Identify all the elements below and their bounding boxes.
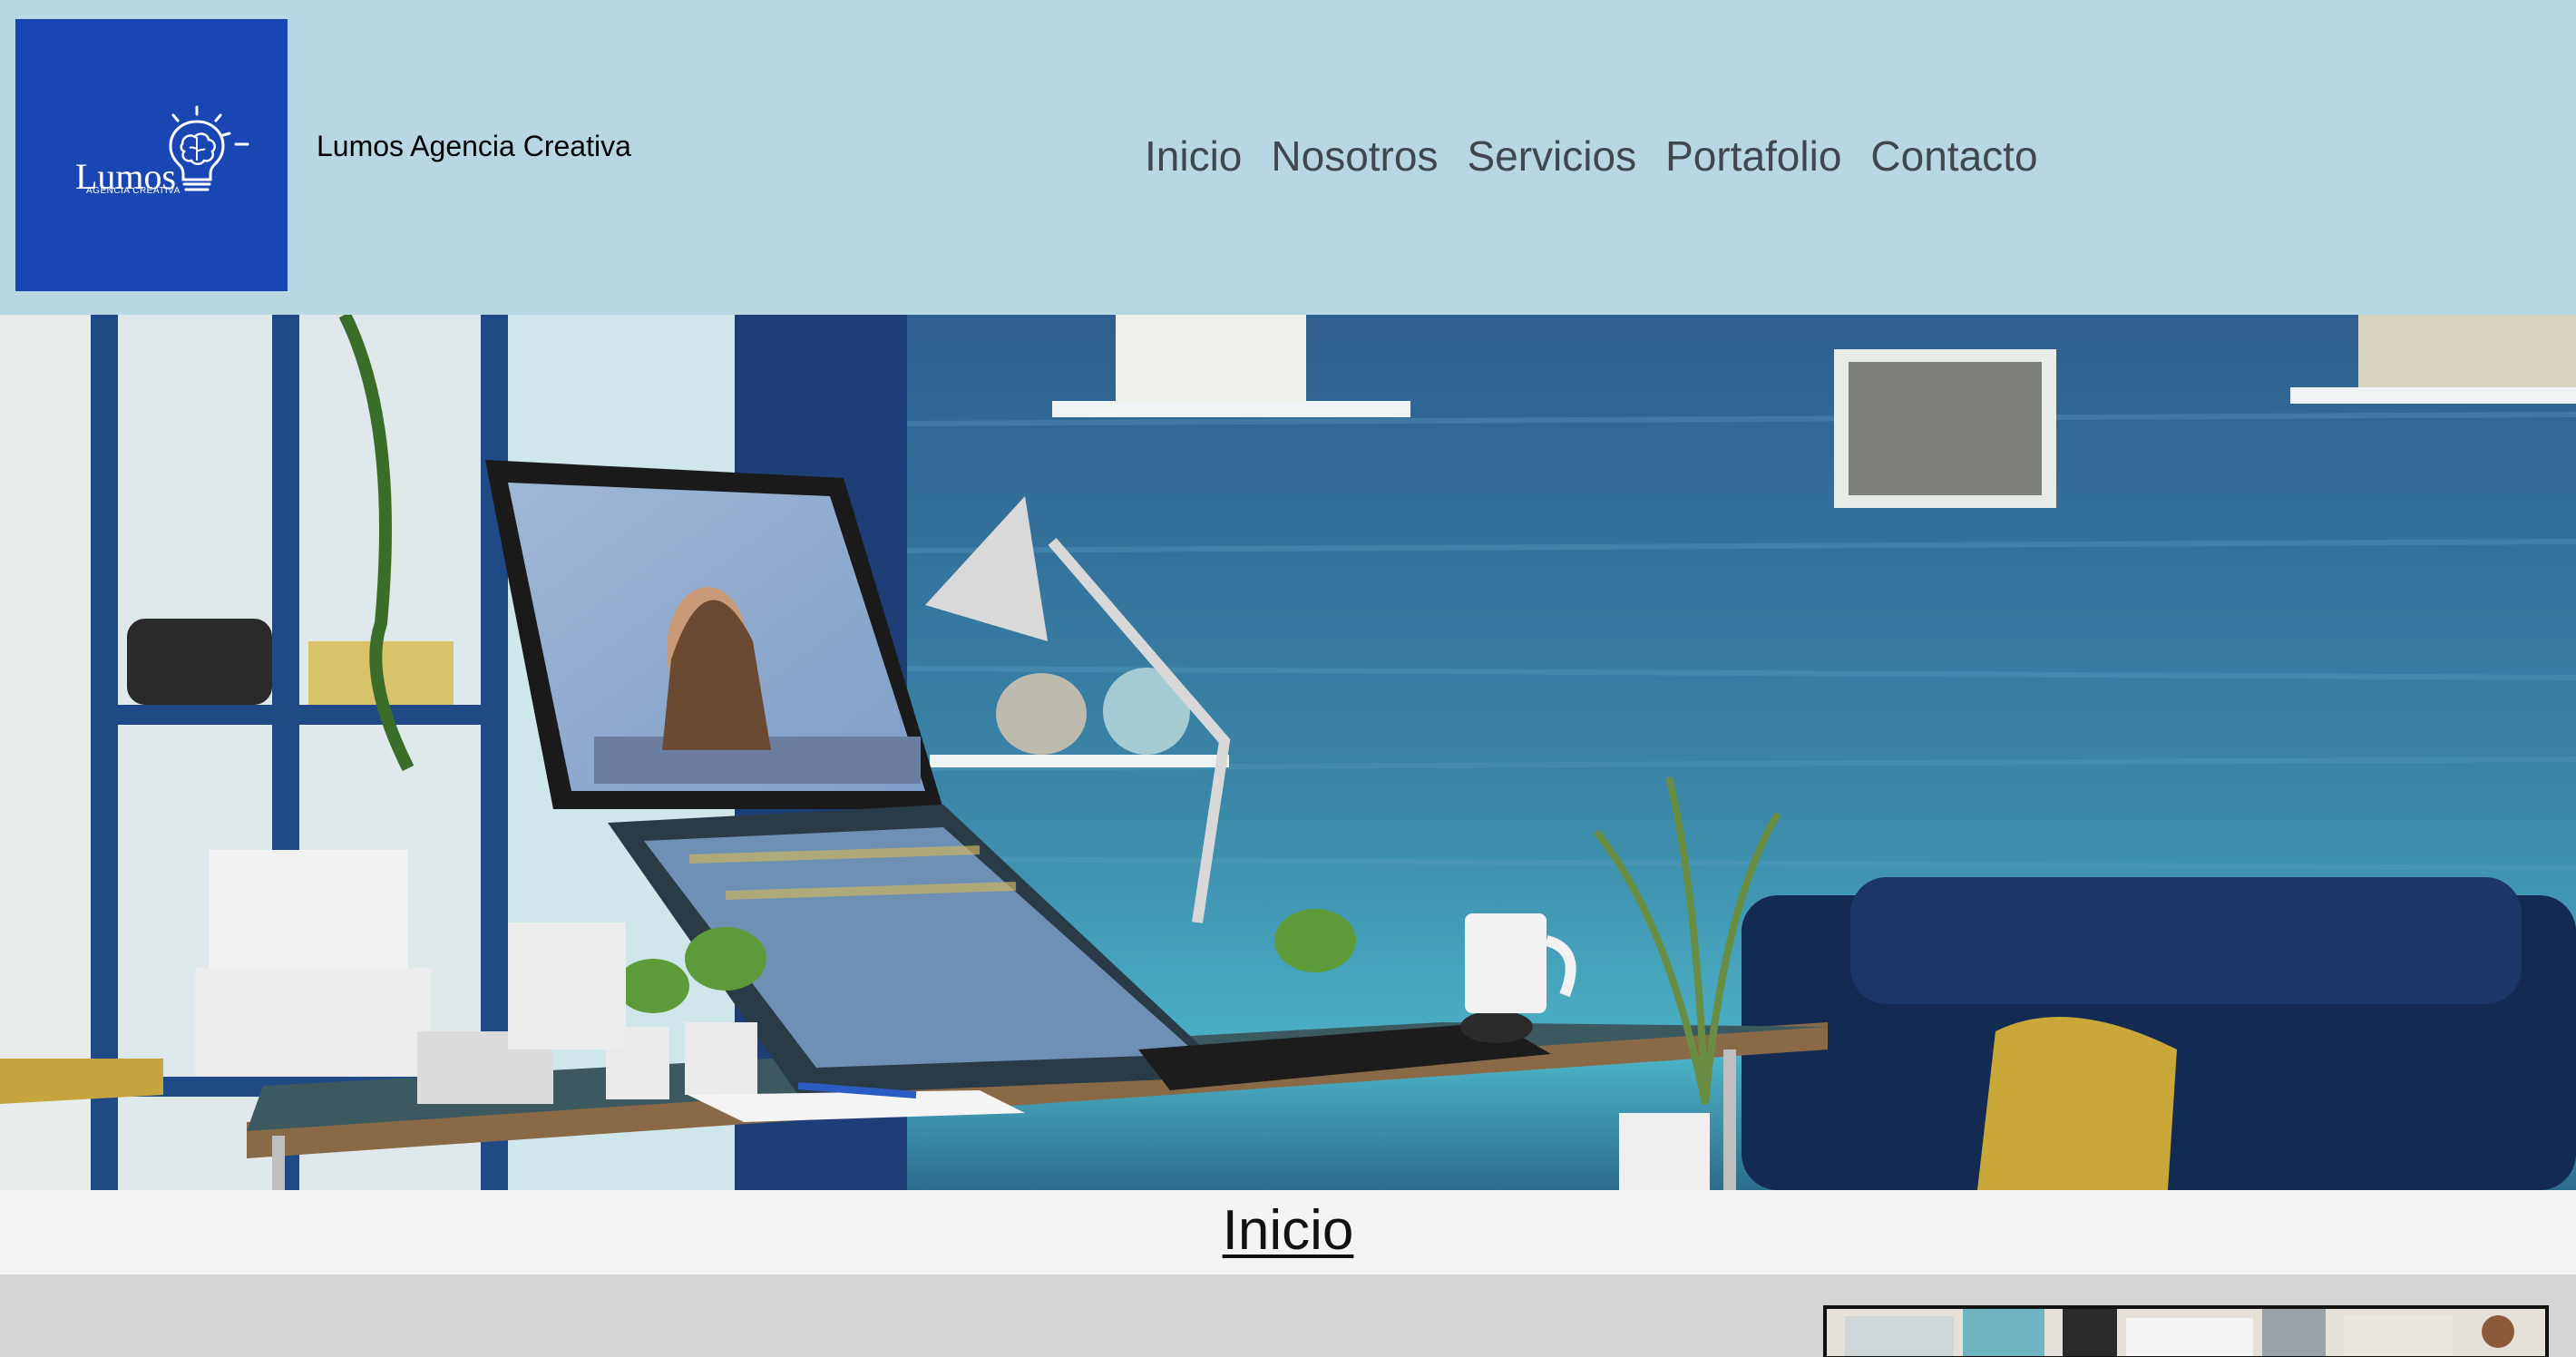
nav-link-portafolio[interactable]: Portafolio bbox=[1665, 127, 1841, 185]
section-title: Inicio bbox=[1222, 1199, 1354, 1262]
section-title-band: Inicio bbox=[0, 1190, 2576, 1274]
brand-name: Lumos Agencia Creativa bbox=[317, 130, 631, 162]
nav-link-inicio[interactable]: Inicio bbox=[1145, 127, 1242, 185]
content-image bbox=[1823, 1305, 2549, 1357]
site-header: Lumos AGENCIA CREATIVA Lumos Agencia Cre… bbox=[0, 0, 2576, 315]
hero-image bbox=[0, 315, 2576, 1190]
main-nav: Inicio Nosotros Servicios Portafolio Con… bbox=[1145, 127, 2038, 185]
nav-link-contacto[interactable]: Contacto bbox=[1870, 127, 2037, 185]
nav-link-servicios[interactable]: Servicios bbox=[1467, 127, 1636, 185]
content-area bbox=[0, 1274, 2576, 1357]
logo-subtitle: AGENCIA CREATIVA bbox=[86, 186, 181, 196]
nav-link-nosotros[interactable]: Nosotros bbox=[1271, 127, 1438, 185]
logo[interactable]: Lumos AGENCIA CREATIVA bbox=[15, 19, 288, 291]
